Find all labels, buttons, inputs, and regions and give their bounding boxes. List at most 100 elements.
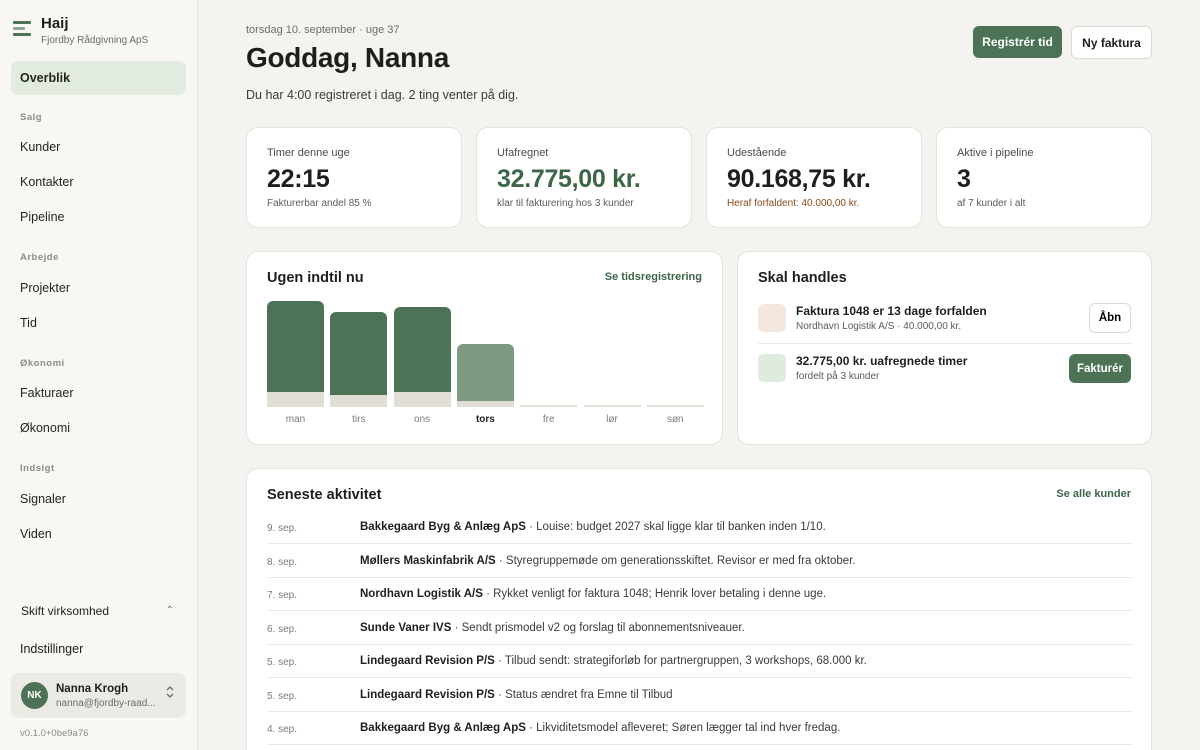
- action-sub: Nordhavn Logistik A/S · 40.000,00 kr.: [796, 321, 962, 332]
- activity-note: · Tilbud sendt: strategiforløb for partn…: [494, 655, 867, 667]
- activity-date: 5. sep.: [267, 690, 298, 702]
- bar-søn: [646, 405, 704, 407]
- activity-company-link[interactable]: Sunde Vaner IVS: [360, 622, 451, 634]
- stat-card-outstanding: Udestående 90.168,75 kr. Heraf forfalden…: [706, 127, 922, 228]
- bar-fre: [520, 405, 578, 407]
- bar-non-billable-man: [267, 391, 324, 407]
- user-menu[interactable]: NK Nanna Krogh nanna@fjordby-raad...: [11, 673, 186, 718]
- activity-company-link[interactable]: Bakkegaard Byg & Anlæg ApS: [360, 722, 526, 734]
- bar-tirs: [330, 311, 388, 407]
- activity-note: · Likviditetsmodel afleveret; Søren lægg…: [525, 722, 841, 734]
- nav-section-indsigt: Indsigt: [20, 463, 55, 474]
- sidebar-item-projekter[interactable]: Projekter: [11, 271, 186, 305]
- activity-company-link[interactable]: Lindegaard Revision P/S: [360, 689, 495, 701]
- sidebar-item-pipeline[interactable]: Pipeline: [11, 200, 186, 234]
- stat-value: 3: [957, 165, 971, 193]
- invoice-button[interactable]: Fakturér: [1069, 354, 1131, 383]
- activity-date: 5. sep.: [267, 657, 298, 668]
- activity-title: Seneste aktivitet: [267, 487, 382, 503]
- stat-note: klar til fakturering hos 3 kunder: [497, 198, 634, 209]
- sidebar-item-kunder[interactable]: Kunder: [11, 130, 186, 164]
- activity-company-link[interactable]: Bakkegaard Byg & Anlæg ApS: [360, 521, 526, 533]
- stat-label: Ufafregnet: [497, 147, 549, 159]
- stat-note: af 7 kunder i alt: [957, 198, 1026, 209]
- date-line: torsdag 10. september · uge 37: [246, 24, 400, 36]
- bar-billable-tirs: [330, 311, 388, 395]
- activity-company-link[interactable]: Møllers Maskinfabrik A/S: [360, 555, 496, 567]
- brand[interactable]: Haij Fjordby Rådgivning ApS: [13, 15, 148, 46]
- bar-non-billable-fre: [520, 405, 578, 407]
- sidebar-item-viden[interactable]: Viden: [11, 517, 186, 551]
- activity-card: Seneste aktivitet Se alle kunder 9. sep.…: [246, 468, 1152, 750]
- activity-note: · Sendt prismodel v2 og forslag til abon…: [451, 621, 745, 634]
- bar-non-billable-lør: [583, 405, 641, 407]
- bar-non-billable-ons: [393, 391, 451, 407]
- activity-text: Møllers Maskinfabrik A/S · Styregruppemø…: [360, 555, 856, 567]
- activity-text: Sunde Vaner IVS · Sendt prismodel v2 og …: [360, 622, 745, 634]
- bar-non-billable-søn: [646, 405, 704, 407]
- sidebar-item-kontakter[interactable]: Kontakter: [11, 165, 186, 199]
- sidebar-item-tid[interactable]: Tid: [11, 306, 186, 340]
- activity-note: · Status ændret fra Emne til Tilbud: [494, 688, 673, 701]
- activity-row[interactable]: 8. sep. Møllers Maskinfabrik A/S · Styreg…: [267, 545, 1133, 578]
- nav-section-salg: Salg: [20, 112, 43, 123]
- activity-note: · Styregruppemøde om generationsskiftet.…: [495, 554, 856, 567]
- nav-section-arbejde: Arbejde: [20, 252, 59, 263]
- activity-row[interactable]: 5. sep. Lindegaard Revision P/S · Tilbud …: [267, 645, 1133, 678]
- activity-company-link[interactable]: Nordhavn Logistik A/S: [360, 588, 483, 600]
- bar-billable-man: [267, 301, 324, 392]
- stat-value: 90.168,75 kr.: [727, 165, 871, 193]
- brand-name: Haij: [41, 15, 69, 32]
- new-invoice-button[interactable]: Ny faktura: [1071, 26, 1152, 59]
- activity-date: 4. sep.: [267, 724, 298, 735]
- avatar: NK: [21, 682, 48, 709]
- day-label-ons: ons: [414, 414, 431, 425]
- activity-note: · Louise: budget 2027 skal ligge klar ti…: [525, 521, 826, 533]
- register-time-button[interactable]: Registrér tid: [973, 26, 1062, 58]
- switch-company-button[interactable]: Skift virksomhed ⌃: [11, 594, 186, 628]
- activity-company-link[interactable]: Lindegaard Revision P/S: [360, 655, 495, 667]
- brand-company: Fjordby Rådgivning ApS: [41, 35, 149, 46]
- day-label-tors: tors: [475, 414, 495, 425]
- nav-section-okonomi: Økonomi: [20, 358, 65, 369]
- stat-card-unbilled: Ufafregnet 32.775,00 kr. klar til faktur…: [476, 127, 692, 228]
- stat-label: Timer denne uge: [267, 147, 350, 159]
- sidebar-item-indstillinger[interactable]: Indstillinger: [20, 642, 83, 656]
- page-title: Goddag, Nanna: [246, 42, 449, 73]
- actions-title: Skal handles: [758, 270, 847, 286]
- bar-lør: [583, 405, 641, 407]
- bar-non-billable-tirs: [330, 394, 388, 407]
- activity-row[interactable]: 5. sep. Lindegaard Revision P/S · Status …: [267, 679, 1133, 712]
- bar-man: [267, 301, 324, 407]
- action-title: Faktura 1048 er 13 dage forfalden: [796, 304, 987, 318]
- bar-ons: [393, 307, 451, 407]
- stat-note: Fakturerbar andel 85 %: [267, 198, 372, 209]
- bar-billable-tors: [456, 344, 514, 401]
- all-customers-link[interactable]: Se alle kunder: [1056, 488, 1131, 500]
- stat-value: 32.775,00 kr.: [497, 165, 641, 193]
- activity-date: 8. sep.: [267, 556, 298, 568]
- sidebar-item-fakturaer[interactable]: Fakturaer: [11, 376, 186, 410]
- activity-text: Bakkegaard Byg & Anlæg ApS · Likviditets…: [360, 722, 840, 734]
- day-label-man: man: [285, 414, 306, 425]
- bar-non-billable-tors: [456, 400, 514, 407]
- sidebar-item-signaler[interactable]: Signaler: [11, 482, 186, 516]
- stat-card-hours: Timer denne uge 22:15 Fakturerbar andel …: [246, 127, 462, 228]
- time-registration-link[interactable]: Se tidsregistrering: [605, 271, 702, 283]
- stat-note-overdue: Heraf forfaldent: 40.000,00 kr.: [727, 198, 860, 209]
- action-item-overdue-invoice: Faktura 1048 er 13 dage forfalden Nordha…: [758, 303, 1131, 334]
- user-email: nanna@fjordby-raad...: [56, 698, 156, 709]
- day-label-tirs: tirs: [352, 414, 366, 425]
- activity-row[interactable]: 4. sep. Bakkegaard Byg & Anlæg ApS · Likv…: [267, 712, 1133, 745]
- sidebar-item-okonomi[interactable]: Økonomi: [11, 411, 186, 445]
- week-chart: [267, 292, 704, 407]
- open-invoice-button[interactable]: Åbn: [1089, 303, 1131, 333]
- activity-date: 7. sep.: [267, 590, 298, 601]
- activity-row[interactable]: 7. sep. Nordhavn Logistik A/S · Rykket ve…: [267, 578, 1133, 611]
- sidebar-item-overblik[interactable]: Overblik: [11, 61, 186, 95]
- activity-row[interactable]: 9. sep. Bakkegaard Byg & Anlæg ApS · Loui…: [267, 511, 1133, 544]
- action-title: 32.775,00 kr. uafregnede timer: [796, 354, 968, 368]
- activity-row[interactable]: 6. sep. Sunde Vaner IVS · Sendt prismodel…: [267, 612, 1133, 645]
- activity-date: 6. sep.: [267, 623, 298, 635]
- stat-label: Udestående: [727, 147, 787, 159]
